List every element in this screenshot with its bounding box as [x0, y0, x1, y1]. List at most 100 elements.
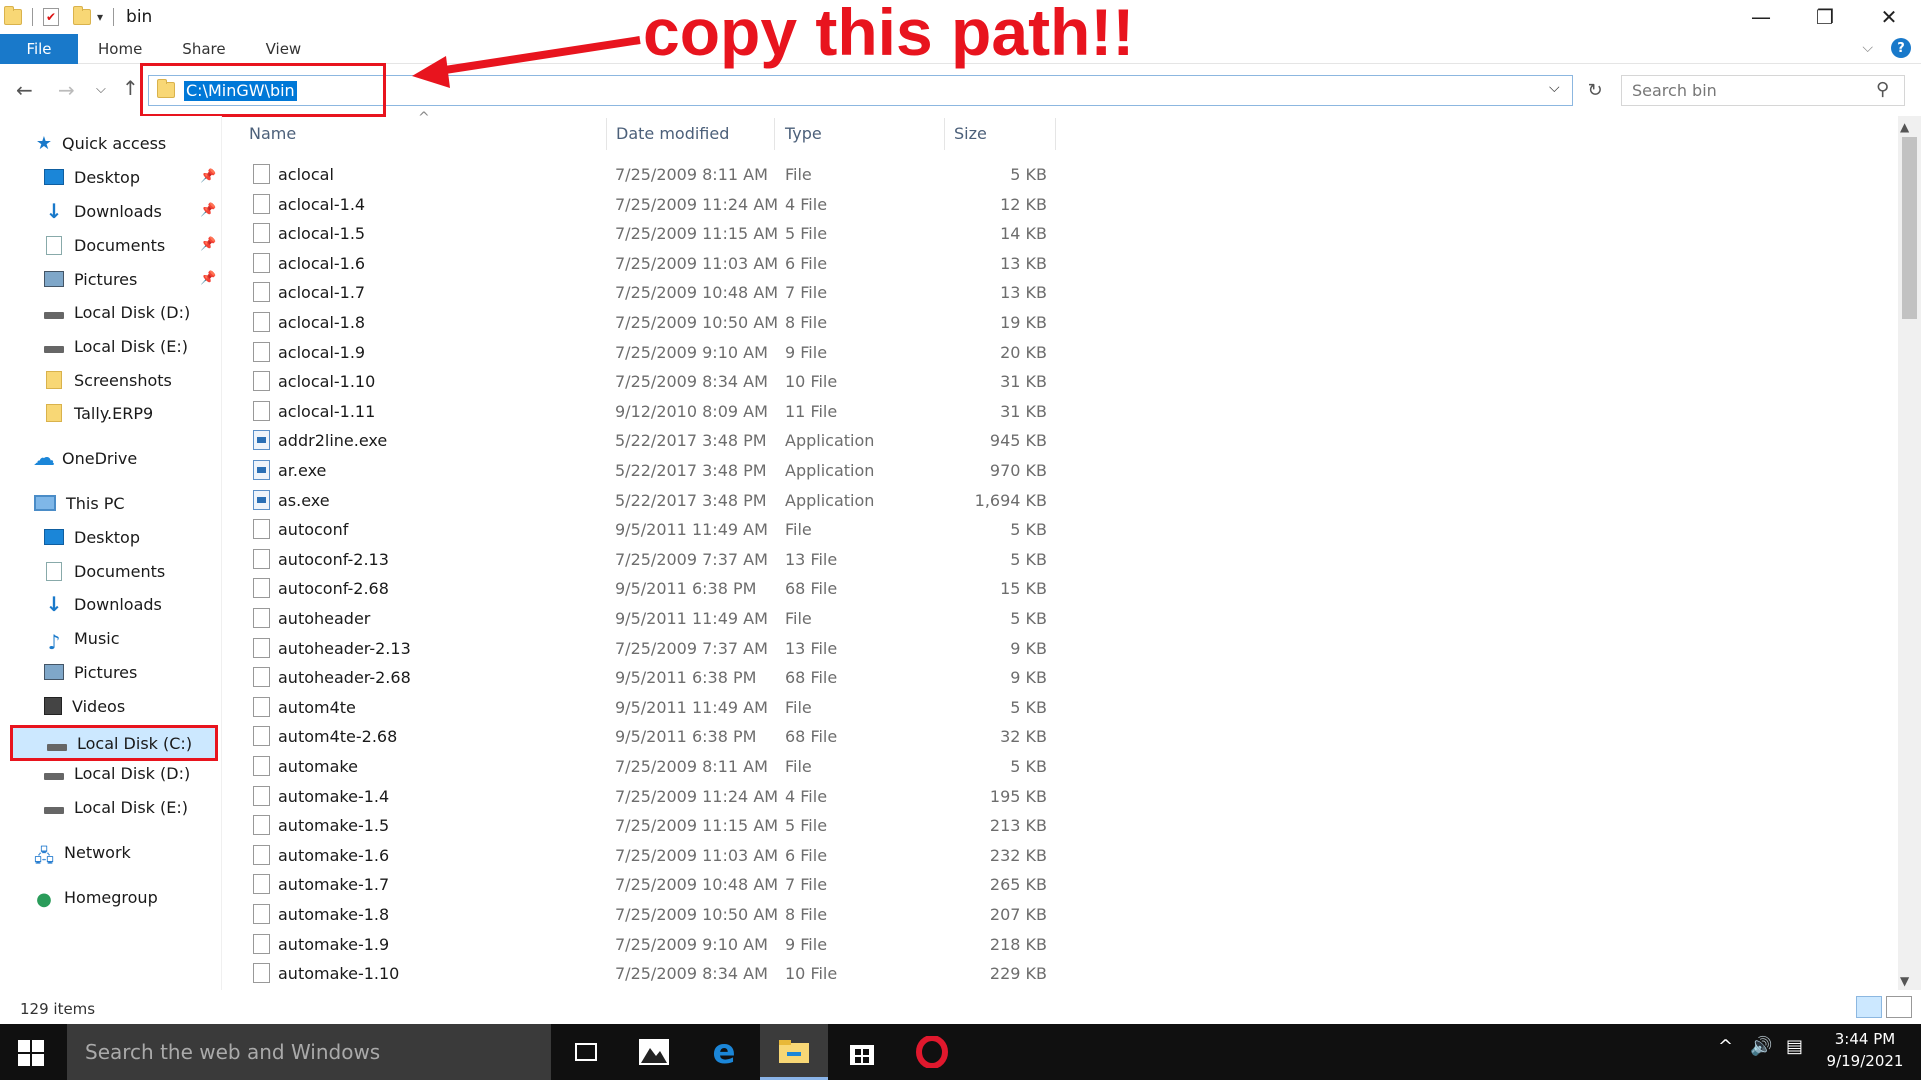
windows-start-icon[interactable]	[18, 1040, 44, 1066]
column-header-name[interactable]: Name	[249, 118, 296, 148]
details-view-icon[interactable]	[1856, 996, 1882, 1018]
help-icon[interactable]: ?	[1891, 38, 1911, 58]
minimize-button[interactable]: —	[1729, 0, 1793, 34]
file-row[interactable]: aclocal 7/25/2009 8:11 AM File 5 KB	[245, 161, 1065, 189]
nav-item-downloads[interactable]: ↓ Downloads	[44, 197, 162, 225]
file-row[interactable]: autoconf-2.68 9/5/2011 6:38 PM 68 File 15 K…	[245, 575, 1065, 603]
file-row[interactable]: addr2line.exe 5/22/2017 3:48 PM Applicatio…	[245, 427, 1065, 455]
expand-ribbon-icon[interactable]: ⌵	[1862, 40, 1873, 56]
drive-icon	[47, 743, 67, 751]
column-header-date[interactable]: Date modified	[616, 118, 729, 148]
back-arrow-icon[interactable]: ←	[16, 78, 33, 102]
recent-locations-icon[interactable]: ⌵	[96, 82, 106, 97]
nav-item-pc-local-disk-d[interactable]: Local Disk (D:)	[44, 759, 190, 787]
nav-item-pc-downloads[interactable]: ↓ Downloads	[44, 590, 162, 618]
file-row[interactable]: autoheader-2.68 9/5/2011 6:38 PM 68 File 9 …	[245, 664, 1065, 692]
task-view-icon[interactable]	[552, 1024, 620, 1080]
nav-this-pc[interactable]: This PC	[34, 489, 125, 517]
file-row[interactable]: autoconf 9/5/2011 11:49 AM File 5 KB	[245, 516, 1065, 544]
restore-button[interactable]: ❐	[1793, 0, 1857, 34]
file-row[interactable]: aclocal-1.7 7/25/2009 10:48 AM 7 File 13 KB	[245, 279, 1065, 307]
file-row[interactable]: aclocal-1.11 9/12/2010 8:09 AM 11 File 31 K…	[245, 398, 1065, 426]
scroll-up-icon[interactable]: ▲	[1900, 120, 1909, 134]
search-icon[interactable]: ⚲	[1876, 79, 1889, 100]
customize-toolbar-icon[interactable]: ▾	[97, 10, 103, 24]
column-divider[interactable]	[944, 118, 945, 150]
file-row[interactable]: aclocal-1.8 7/25/2009 10:50 AM 8 File 19 KB	[245, 309, 1065, 337]
file-row[interactable]: automake-1.10 7/25/2009 8:34 AM 10 File 229…	[245, 960, 1065, 988]
nav-item-screenshots[interactable]: Screenshots	[44, 366, 172, 394]
nav-item-pictures[interactable]: Pictures	[44, 265, 137, 293]
large-icons-view-icon[interactable]	[1886, 996, 1912, 1018]
tab-view[interactable]: View	[246, 34, 322, 64]
nav-item-music[interactable]: ♪ Music	[44, 624, 120, 655]
file-row[interactable]: autoconf-2.13 7/25/2009 7:37 AM 13 File 5 K…	[245, 546, 1065, 574]
file-explorer-taskbar-icon[interactable]	[760, 1024, 828, 1080]
file-row[interactable]: aclocal-1.5 7/25/2009 11:15 AM 5 File 14 KB	[245, 220, 1065, 248]
tray-chevron-icon[interactable]: ^	[1718, 1036, 1733, 1057]
opera-browser-icon[interactable]	[898, 1024, 966, 1080]
file-row[interactable]: autoheader 9/5/2011 11:49 AM File 5 KB	[245, 605, 1065, 633]
column-header-type[interactable]: Type	[785, 118, 822, 148]
taskbar-clock[interactable]: 3:44 PM 9/19/2021	[1820, 1028, 1910, 1072]
nav-item-local-disk-d[interactable]: Local Disk (D:)	[44, 298, 190, 326]
file-row[interactable]: automake-1.4 7/25/2009 11:24 AM 4 File 195 …	[245, 783, 1065, 811]
nav-onedrive[interactable]: ☁ OneDrive	[32, 444, 137, 472]
nav-item-tally[interactable]: Tally.ERP9	[44, 399, 153, 427]
column-header-size[interactable]: Size	[954, 118, 987, 148]
file-row[interactable]: automake-1.9 7/25/2009 9:10 AM 9 File 218 K…	[245, 931, 1065, 959]
pin-icon[interactable]: 📌	[200, 237, 216, 252]
tab-file[interactable]: File	[0, 33, 78, 64]
taskbar-search[interactable]: Search the web and Windows	[67, 1024, 551, 1080]
file-row[interactable]: automake-1.8 7/25/2009 10:50 AM 8 File 207 …	[245, 901, 1065, 929]
file-row[interactable]: automake 7/25/2009 8:11 AM File 5 KB	[245, 753, 1065, 781]
file-row[interactable]: automake-1.5 7/25/2009 11:15 AM 5 File 213 …	[245, 812, 1065, 840]
file-row[interactable]: aclocal-1.10 7/25/2009 8:34 AM 10 File 31 K…	[245, 368, 1065, 396]
properties-icon[interactable]: ✔	[43, 8, 59, 26]
file-row[interactable]: automake-1.6 7/25/2009 11:03 AM 6 File 232 …	[245, 842, 1065, 870]
up-arrow-icon[interactable]: ↑	[122, 76, 139, 100]
close-button[interactable]: ✕	[1857, 0, 1921, 34]
nav-quick-access[interactable]: ★ Quick access	[34, 129, 166, 157]
nav-item-videos[interactable]: Videos	[44, 692, 125, 720]
notifications-icon[interactable]: ▤	[1786, 1036, 1803, 1057]
new-folder-icon[interactable]	[73, 6, 91, 25]
nav-item-local-disk-e[interactable]: Local Disk (E:)	[44, 332, 188, 360]
tab-share[interactable]: Share	[162, 34, 245, 64]
file-row[interactable]: ar.exe 5/22/2017 3:48 PM Application 970 KB	[245, 457, 1065, 485]
file-size: 207 KB	[989, 905, 1047, 924]
file-row[interactable]: as.exe 5/22/2017 3:48 PM Application 1,694 …	[245, 487, 1065, 515]
nav-item-desktop[interactable]: Desktop	[44, 163, 140, 191]
column-divider[interactable]	[774, 118, 775, 150]
store-icon[interactable]	[828, 1024, 896, 1080]
file-row[interactable]: aclocal-1.9 7/25/2009 9:10 AM 9 File 20 KB	[245, 339, 1065, 367]
scroll-thumb[interactable]	[1902, 137, 1917, 319]
file-row[interactable]: autom4te-2.68 9/5/2011 6:38 PM 68 File 32 K…	[245, 723, 1065, 751]
nav-homegroup[interactable]: ● Homegroup	[34, 883, 158, 911]
pin-icon[interactable]: 📌	[200, 169, 216, 184]
address-dropdown-icon[interactable]: ⌵	[1549, 80, 1560, 96]
nav-network[interactable]: 🖧 Network	[34, 838, 131, 868]
volume-icon[interactable]: 🔊	[1750, 1036, 1772, 1057]
column-divider[interactable]	[606, 118, 607, 150]
pin-icon[interactable]: 📌	[200, 271, 216, 286]
file-row[interactable]: aclocal-1.6 7/25/2009 11:03 AM 6 File 13 KB	[245, 250, 1065, 278]
tab-home[interactable]: Home	[78, 34, 162, 64]
nav-item-documents[interactable]: Documents	[44, 231, 165, 259]
file-row[interactable]: aclocal-1.4 7/25/2009 11:24 AM 4 File 12 KB	[245, 191, 1065, 219]
nav-item-pc-desktop[interactable]: Desktop	[44, 523, 140, 551]
column-divider[interactable]	[1055, 118, 1056, 150]
nav-item-pc-pictures[interactable]: Pictures	[44, 658, 137, 686]
pin-icon[interactable]: 📌	[200, 203, 216, 218]
scroll-down-icon[interactable]: ▼	[1900, 974, 1909, 988]
photos-app-icon[interactable]	[620, 1024, 688, 1080]
file-row[interactable]: autom4te 9/5/2011 11:49 AM File 5 KB	[245, 694, 1065, 722]
nav-item-pc-local-disk-e[interactable]: Local Disk (E:)	[44, 793, 188, 821]
nav-item-pc-documents[interactable]: Documents	[44, 557, 165, 585]
file-row[interactable]: automake-1.7 7/25/2009 10:48 AM 7 File 265 …	[245, 871, 1065, 899]
file-row[interactable]: autoheader-2.13 7/25/2009 7:37 AM 13 File 9…	[245, 635, 1065, 663]
refresh-icon[interactable]: ↻	[1580, 75, 1610, 106]
edge-browser-icon[interactable]: e	[690, 1024, 758, 1080]
forward-arrow-icon[interactable]: →	[58, 78, 75, 102]
nav-item-local-disk-c[interactable]: Local Disk (C:)	[10, 725, 218, 761]
